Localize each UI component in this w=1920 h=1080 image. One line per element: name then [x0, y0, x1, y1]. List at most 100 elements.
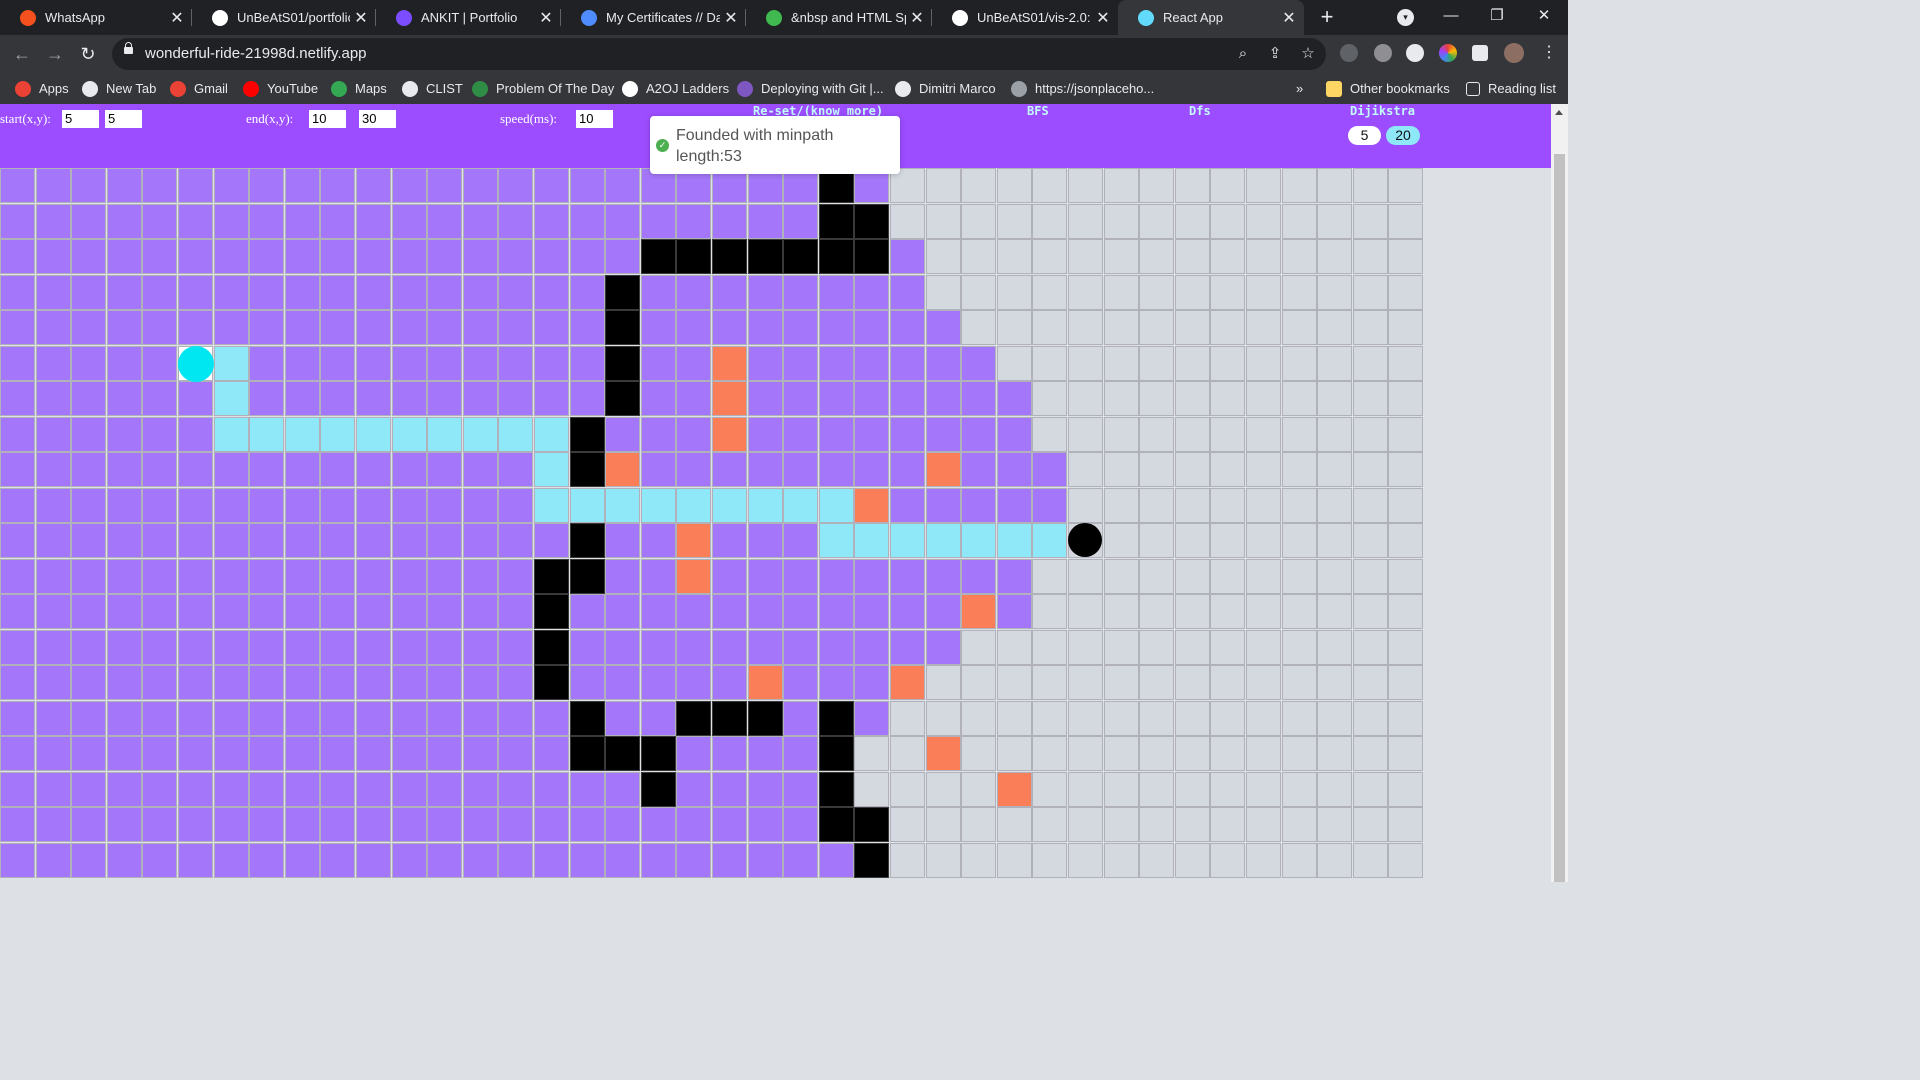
visited-cell[interactable] — [106, 523, 142, 558]
visited-cell[interactable] — [569, 168, 605, 203]
browser-tab[interactable]: WhatsApp ✕ — [0, 0, 192, 35]
minimize-icon[interactable]: — — [1428, 0, 1474, 32]
visited-cell[interactable] — [356, 594, 391, 629]
visited-cell[interactable] — [356, 381, 391, 416]
visited-cell[interactable] — [818, 629, 854, 665]
visited-cell[interactable] — [213, 168, 249, 203]
visited-cell[interactable] — [747, 736, 783, 771]
visited-cell[interactable] — [498, 381, 534, 416]
visited-cell[interactable] — [534, 274, 569, 310]
visited-cell[interactable] — [178, 700, 213, 736]
visited-cell[interactable] — [569, 203, 605, 239]
visited-cell[interactable] — [213, 629, 249, 665]
unvisited-cell[interactable] — [1032, 594, 1068, 629]
visited-cell[interactable] — [676, 381, 712, 416]
extension-color-wheel-icon[interactable] — [1439, 44, 1457, 62]
visited-cell[interactable] — [249, 310, 285, 345]
visited-cell[interactable] — [498, 558, 534, 594]
unvisited-cell[interactable] — [961, 842, 997, 878]
visited-cell[interactable] — [249, 523, 285, 558]
unvisited-cell[interactable] — [996, 203, 1032, 239]
unvisited-cell[interactable] — [1281, 771, 1317, 807]
extension-shield-icon[interactable] — [1374, 44, 1392, 62]
dijkstra-button[interactable]: Dijikstra — [1350, 104, 1415, 118]
start-x-input[interactable] — [62, 110, 99, 128]
visited-cell[interactable] — [427, 274, 463, 310]
restore-icon[interactable]: ❐ — [1474, 0, 1520, 32]
unvisited-cell[interactable] — [1032, 345, 1068, 381]
visited-cell[interactable] — [142, 558, 178, 594]
unvisited-cell[interactable] — [1317, 168, 1353, 203]
visited-cell[interactable] — [320, 558, 356, 594]
bookmark-item[interactable]: Dimitri Marco — [895, 73, 996, 104]
visited-cell[interactable] — [249, 452, 285, 487]
visited-cell[interactable] — [35, 416, 71, 452]
unvisited-cell[interactable] — [1210, 487, 1246, 523]
visited-cell[interactable] — [71, 310, 107, 345]
unvisited-cell[interactable] — [1352, 239, 1388, 274]
visited-cell[interactable] — [498, 700, 534, 736]
unvisited-cell[interactable] — [890, 700, 925, 736]
visited-cell[interactable] — [142, 381, 178, 416]
visited-cell[interactable] — [783, 665, 819, 700]
visited-cell[interactable] — [178, 594, 213, 629]
visited-cell[interactable] — [640, 452, 676, 487]
bookmark-item[interactable]: https://jsonplaceho... — [1011, 73, 1154, 104]
visited-cell[interactable] — [712, 807, 747, 842]
wall-cell[interactable] — [854, 203, 890, 239]
visited-cell[interactable] — [178, 310, 213, 345]
bookmark-item[interactable]: Gmail — [170, 73, 228, 104]
path-cell[interactable] — [854, 523, 890, 558]
visited-cell[interactable] — [747, 771, 783, 807]
unvisited-cell[interactable] — [1103, 700, 1139, 736]
wall-cell[interactable] — [569, 452, 605, 487]
visited-cell[interactable] — [747, 452, 783, 487]
unvisited-cell[interactable] — [1388, 168, 1424, 203]
end-y-input[interactable] — [359, 110, 396, 128]
visited-cell[interactable] — [391, 558, 427, 594]
visited-cell[interactable] — [106, 807, 142, 842]
visited-cell[interactable] — [142, 842, 178, 878]
unvisited-cell[interactable] — [1281, 274, 1317, 310]
visited-cell[interactable] — [498, 168, 534, 203]
visited-cell[interactable] — [320, 665, 356, 700]
extension-moon-icon[interactable] — [1340, 44, 1358, 62]
visited-cell[interactable] — [35, 771, 71, 807]
visited-cell[interactable] — [676, 274, 712, 310]
unvisited-cell[interactable] — [1281, 629, 1317, 665]
visited-cell[interactable] — [498, 310, 534, 345]
visited-cell[interactable] — [996, 381, 1032, 416]
visited-cell[interactable] — [712, 558, 747, 594]
unvisited-cell[interactable] — [1352, 842, 1388, 878]
visited-cell[interactable] — [712, 203, 747, 239]
visited-cell[interactable] — [783, 381, 819, 416]
unvisited-cell[interactable] — [1068, 168, 1103, 203]
visited-cell[interactable] — [106, 345, 142, 381]
visited-cell[interactable] — [569, 665, 605, 700]
visited-cell[interactable] — [676, 842, 712, 878]
unvisited-cell[interactable] — [1139, 239, 1175, 274]
weight-cell[interactable] — [676, 558, 712, 594]
unvisited-cell[interactable] — [1281, 700, 1317, 736]
visited-cell[interactable] — [142, 807, 178, 842]
path-cell[interactable] — [534, 416, 569, 452]
visited-cell[interactable] — [747, 203, 783, 239]
visited-cell[interactable] — [890, 345, 925, 381]
path-cell[interactable] — [391, 416, 427, 452]
unvisited-cell[interactable] — [1317, 239, 1353, 274]
unvisited-cell[interactable] — [1032, 239, 1068, 274]
back-arrow-icon[interactable]: ← — [8, 35, 36, 73]
unvisited-cell[interactable] — [1352, 594, 1388, 629]
visited-cell[interactable] — [854, 665, 890, 700]
weight-cell[interactable] — [676, 523, 712, 558]
unvisited-cell[interactable] — [890, 807, 925, 842]
path-cell[interactable] — [818, 487, 854, 523]
bookmarks-overflow-icon[interactable]: » — [1296, 73, 1303, 104]
end-node[interactable] — [1068, 523, 1102, 557]
unvisited-cell[interactable] — [1103, 416, 1139, 452]
visited-cell[interactable] — [534, 807, 569, 842]
visited-cell[interactable] — [249, 700, 285, 736]
visited-cell[interactable] — [605, 771, 641, 807]
speed-input[interactable] — [576, 110, 613, 128]
unvisited-cell[interactable] — [925, 239, 961, 274]
